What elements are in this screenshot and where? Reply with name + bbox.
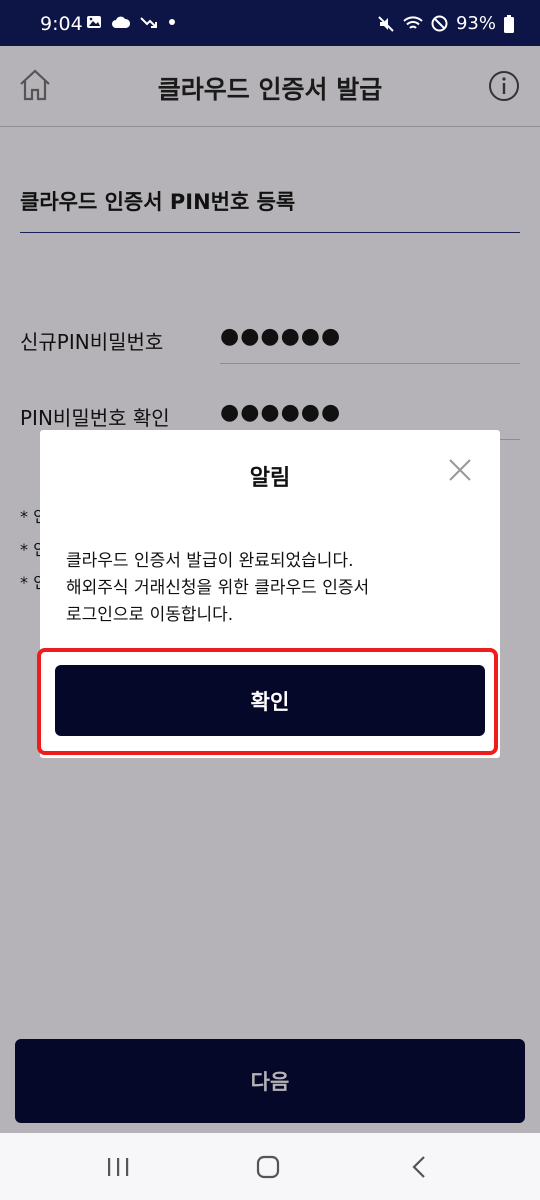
new-pin-input[interactable]: ●●●●●●: [220, 324, 341, 349]
wifi-icon: [403, 15, 423, 29]
battery-icon: [504, 14, 514, 33]
section-divider: [20, 232, 520, 233]
info-icon[interactable]: [488, 70, 520, 102]
dot-icon: [169, 19, 175, 25]
home-nav-icon[interactable]: [256, 1155, 280, 1179]
recent-apps-icon[interactable]: [106, 1155, 130, 1179]
battery-percent: 93%: [455, 13, 496, 34]
mute-icon: [378, 15, 394, 32]
dialog-message: 클라우드 인증서 발급이 완료되었습니다. 해외주식 거래신청을 위한 클라우드…: [66, 548, 369, 629]
dialog-message-line: 해외주식 거래신청을 위한 클라우드 인증서: [66, 578, 370, 598]
notification-icons: [86, 14, 176, 30]
confirm-button[interactable]: 확인: [55, 665, 485, 736]
confirm-pin-label: PIN비밀번호 확인: [20, 406, 170, 430]
new-pin-underline: [220, 363, 520, 364]
dialog-title: 알림: [249, 466, 291, 491]
dialog-message-line: 클라우드 인증서 발급이 완료되었습니다.: [66, 551, 354, 571]
gallery-icon: [87, 16, 101, 28]
close-icon[interactable]: [448, 458, 472, 482]
section-title: 클라우드 인증서 PIN번호 등록: [20, 190, 296, 214]
do-not-disturb-icon: [431, 15, 448, 32]
page-title: 클라우드 인증서 발급: [157, 75, 383, 104]
next-button[interactable]: 다음: [15, 1039, 525, 1123]
trending-down-icon: [140, 17, 157, 28]
confirm-pin-input[interactable]: ●●●●●●: [220, 400, 341, 425]
cloud-icon: [112, 16, 130, 28]
app-header: 클라우드 인증서 발급: [0, 46, 540, 127]
back-icon[interactable]: [408, 1155, 432, 1179]
system-nav-bar: [0, 1133, 540, 1200]
status-bar: 9:04 93%: [0, 0, 540, 46]
new-pin-label: 신규PIN비밀번호: [20, 330, 164, 354]
status-time: 9:04: [40, 13, 83, 35]
dialog-message-line: 로그인으로 이동합니다.: [66, 605, 234, 625]
